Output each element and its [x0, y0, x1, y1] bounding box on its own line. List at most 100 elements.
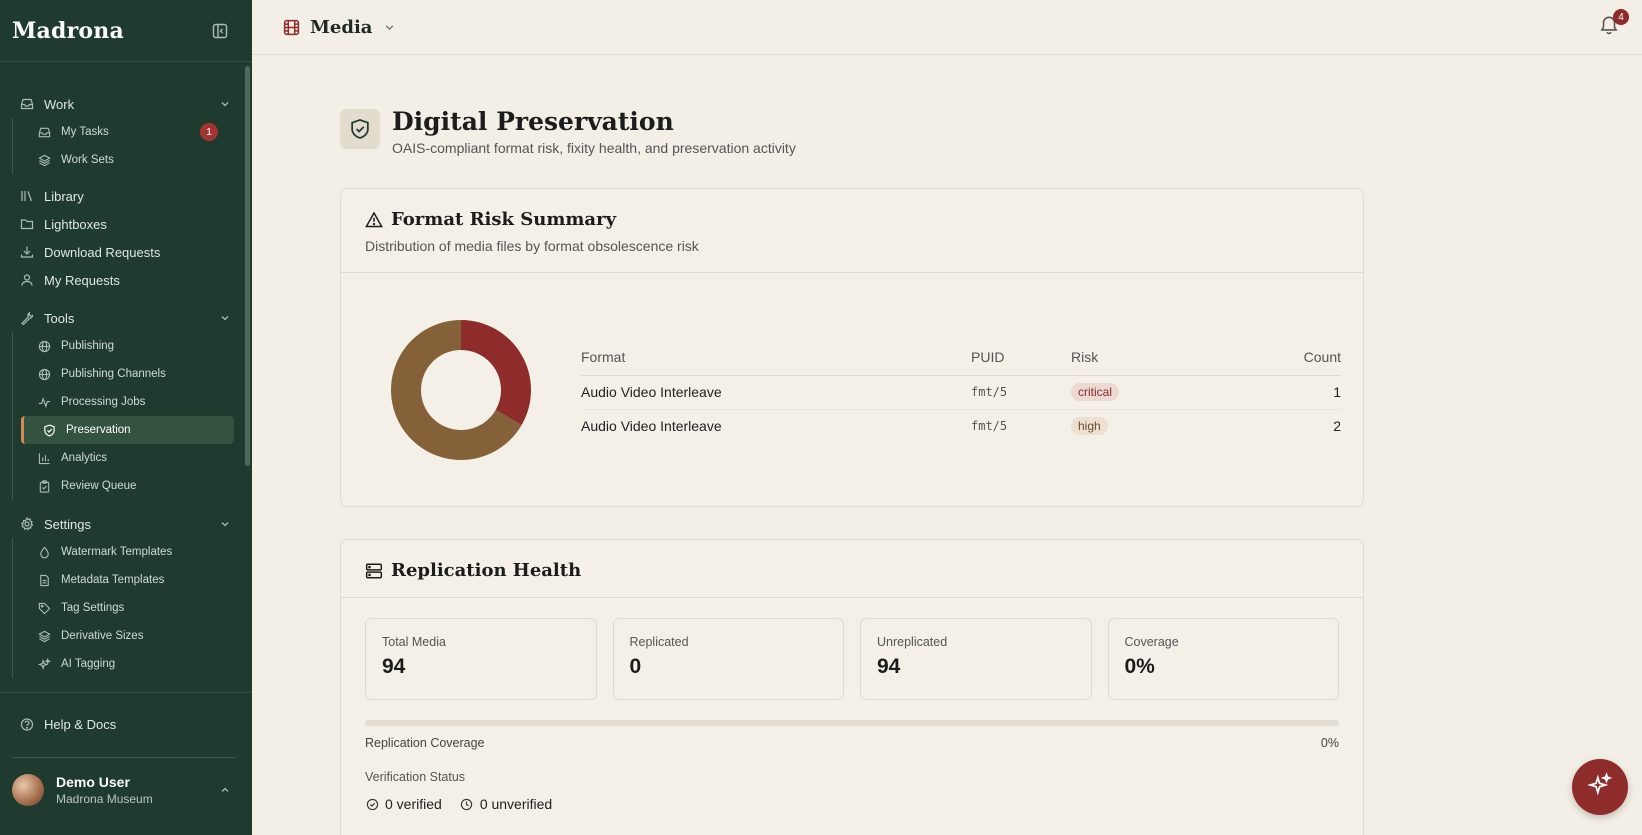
stat-value: 94 [382, 655, 406, 678]
collapse-sidebar-icon[interactable] [210, 21, 230, 41]
nav-group-label: Settings [44, 516, 91, 532]
help-docs-link[interactable]: Help & Docs [0, 707, 252, 741]
inbox-icon [37, 125, 51, 139]
verification-status: 0 verified 0 unverified [365, 796, 1339, 812]
notification-count-badge: 4 [1613, 9, 1629, 25]
format-risk-table: Format PUID Risk Count Audio Video Inter… [581, 339, 1341, 443]
format-risk-donut-chart [391, 320, 531, 460]
sidebar-item-review-queue[interactable]: Review Queue [21, 472, 234, 500]
stat-coverage: Coverage 0% [1107, 618, 1339, 700]
stat-total-media: Total Media 94 [365, 618, 597, 700]
chevron-down-icon [218, 311, 232, 325]
film-icon [282, 18, 300, 36]
page-header: Digital Preservation OAIS-compliant form… [340, 107, 796, 156]
column-header-count: Count [1231, 339, 1341, 376]
inbox-icon [20, 97, 34, 111]
sidebar-item-label: My Requests [44, 272, 120, 288]
sidebar-item-analytics[interactable]: Analytics [21, 444, 234, 472]
format-cell: Audio Video Interleave [581, 375, 971, 410]
format-risk-body: Format PUID Risk Count Audio Video Inter… [341, 273, 1363, 506]
sparkles-icon [37, 657, 51, 671]
stat-label: Coverage [1124, 635, 1179, 649]
globe-icon [37, 339, 51, 353]
sidebar-item-label: Derivative Sizes [61, 630, 144, 642]
verification-status-label: Verification Status [365, 770, 466, 784]
bar-chart-icon [37, 451, 51, 465]
server-icon [365, 562, 383, 580]
tag-icon [37, 601, 51, 615]
table-row[interactable]: Audio Video Interleave fmt/5 critical 1 [581, 375, 1341, 410]
droplet-icon [37, 545, 51, 559]
sparkles-icon [1587, 771, 1613, 803]
main-content: Digital Preservation OAIS-compliant form… [252, 55, 1642, 835]
sidebar-item-publishing-channels[interactable]: Publishing Channels [21, 360, 234, 388]
nav-group-label: Work [44, 96, 75, 112]
format-cell: Audio Video Interleave [581, 418, 722, 435]
sidebar-item-derivative-sizes[interactable]: Derivative Sizes [21, 622, 234, 650]
coverage-value: 0% [1320, 736, 1339, 750]
card-header: Format Risk Summary Distribution of medi… [341, 189, 1363, 273]
help-circle-icon [20, 717, 34, 731]
task-count-badge: 1 [200, 123, 218, 141]
sidebar-item-tag-settings[interactable]: Tag Settings [21, 594, 234, 622]
table-row[interactable]: Audio Video Interleave fmt/5 high 2 [581, 409, 1341, 443]
nav-group-settings[interactable]: Settings [20, 510, 232, 538]
sidebar-item-label: Processing Jobs [61, 396, 146, 408]
sidebar-item-library[interactable]: Library [0, 182, 252, 210]
sidebar: Madrona Work My Tasks 1 Work Sets Librar… [0, 0, 252, 835]
page-title: Digital Preservation [392, 107, 674, 136]
user-name: Demo User [56, 774, 130, 790]
wrench-icon [20, 311, 34, 325]
sidebar-item-label: Library [44, 188, 84, 204]
sidebar-item-my-tasks[interactable]: My Tasks 1 [21, 118, 234, 146]
replication-coverage-bar [365, 720, 1339, 726]
verified-count: 0 verified [365, 796, 442, 812]
clipboard-check-icon [37, 479, 51, 493]
sidebar-item-processing-jobs[interactable]: Processing Jobs [21, 388, 234, 416]
sidebar-item-label: AI Tagging [61, 658, 116, 670]
format-risk-description: Distribution of media files by format ob… [365, 238, 699, 254]
column-header-puid: PUID [971, 339, 1071, 376]
sidebar-item-label: Tag Settings [61, 602, 125, 614]
sidebar-scrollbar[interactable] [245, 66, 250, 466]
risk-badge: high [1071, 417, 1108, 436]
help-docs-label: Help & Docs [44, 716, 117, 732]
page-subtitle: OAIS-compliant format risk, fixity healt… [392, 140, 796, 156]
nav-group-label: Tools [44, 310, 75, 326]
sidebar-item-label: Work Sets [61, 154, 114, 166]
sidebar-item-download-requests[interactable]: Download Requests [0, 238, 252, 266]
sidebar-item-label: Metadata Templates [61, 574, 165, 586]
chevron-down-icon [218, 517, 232, 531]
risk-cell: high [1071, 409, 1231, 443]
table-header-row: Format PUID Risk Count [581, 339, 1341, 376]
nav-group-tools[interactable]: Tools [20, 304, 232, 332]
sidebar-item-work-sets[interactable]: Work Sets [21, 146, 234, 174]
stat-value: 0% [1124, 655, 1155, 678]
sidebar-item-publishing[interactable]: Publishing [21, 332, 234, 360]
section-switcher[interactable]: Media [282, 17, 396, 38]
brand-logo[interactable]: Madrona [12, 18, 124, 44]
stat-value: 0 [629, 655, 642, 678]
stat-replicated: Replicated 0 [612, 618, 844, 700]
sidebar-item-metadata-templates[interactable]: Metadata Templates [21, 566, 234, 594]
card-title: Replication Health [365, 560, 1339, 581]
puid-cell: fmt/5 [971, 419, 1008, 434]
user-menu[interactable]: Demo User Madrona Museum [0, 758, 252, 806]
folder-icon [20, 217, 34, 231]
layers-icon [37, 153, 51, 167]
library-icon [20, 189, 34, 203]
notifications-button[interactable]: 4 [1598, 9, 1629, 38]
card-title: Format Risk Summary [365, 209, 1339, 230]
sidebar-item-label: Watermark Templates [61, 546, 173, 558]
sidebar-item-label: My Tasks [61, 126, 109, 138]
ai-assistant-button[interactable] [1572, 759, 1628, 815]
sidebar-item-lightboxes[interactable]: Lightboxes [0, 210, 252, 238]
sidebar-item-preservation[interactable]: Preservation [21, 416, 234, 444]
risk-badge: critical [1071, 383, 1120, 401]
chevron-up-icon [218, 783, 232, 797]
sidebar-item-watermark-templates[interactable]: Watermark Templates [21, 538, 234, 566]
nav-group-work[interactable]: Work [20, 90, 232, 118]
sidebar-item-ai-tagging[interactable]: AI Tagging [21, 650, 234, 678]
sidebar-nav[interactable]: Work My Tasks 1 Work Sets Library Lightb… [0, 62, 252, 692]
sidebar-item-my-requests[interactable]: My Requests [0, 266, 252, 294]
